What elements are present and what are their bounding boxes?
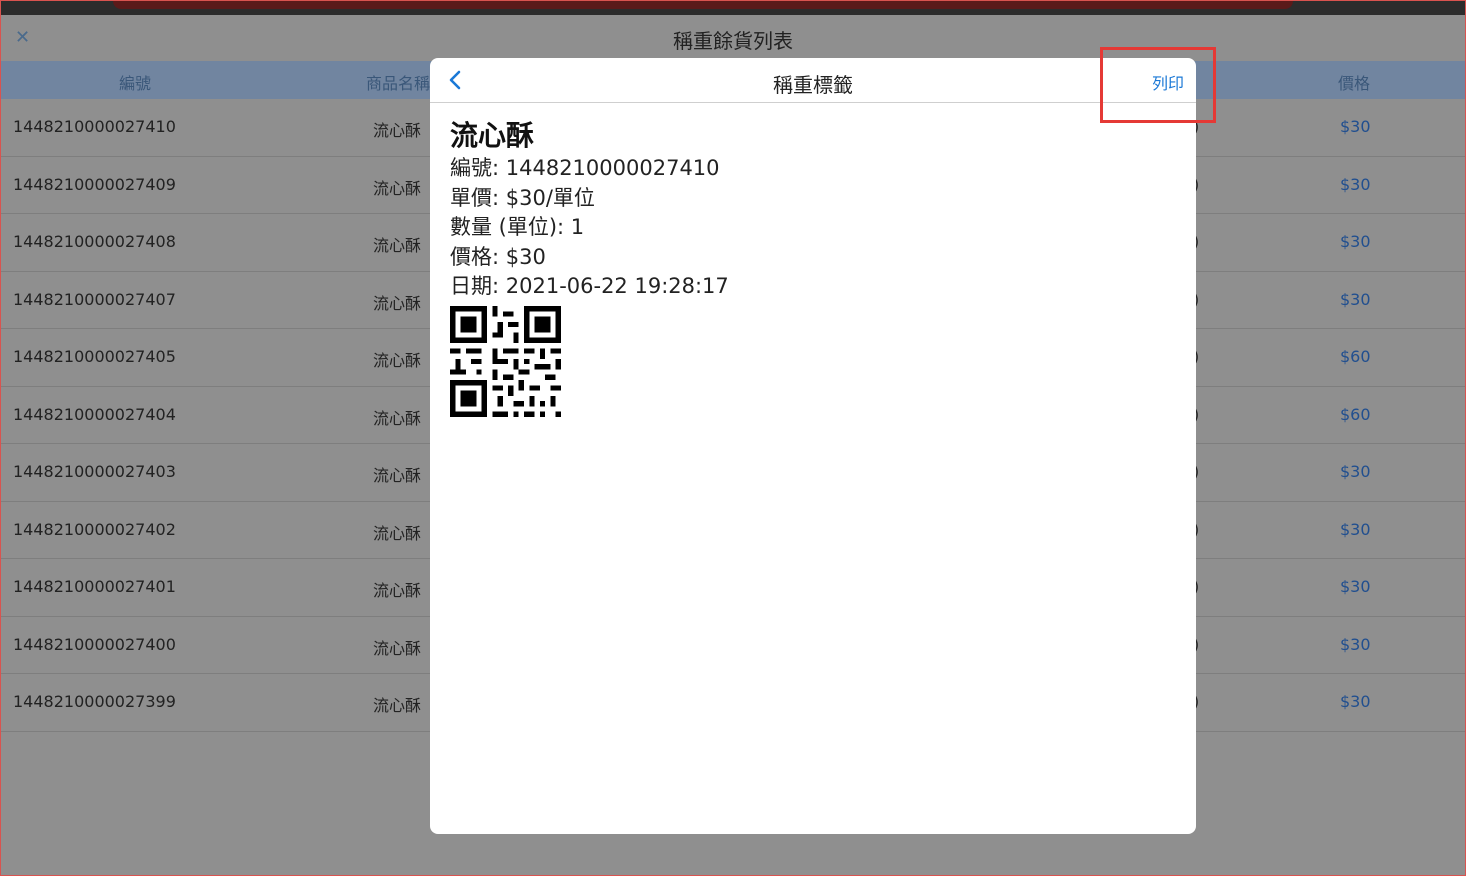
row-name: 流心酥 [373,696,422,715]
row-id: 1448210000027403 [13,462,176,481]
row-id: 1448210000027410 [13,117,176,136]
label-unit-price: 單價: $30/單位 [450,185,595,210]
header-name: 商品名稱 [366,74,431,93]
row-name: 流心酥 [373,236,422,255]
row-price[interactable]: $30 [1340,577,1371,596]
row-id: 1448210000027404 [13,404,176,424]
row-id: 1448210000027409 [13,174,176,194]
row-name: 流心酥 [373,523,422,543]
label-date: 日期: 2021-06-22 19:28:17 [450,274,729,298]
modal-title: 稱重標籤 [773,73,853,97]
label-price: 價格: $30 [450,244,546,269]
label-quantity: 數量 (單位): 1 [450,215,585,239]
row-price[interactable]: $30 [1340,520,1371,539]
row-name: 流心酥 [373,121,422,140]
row-price[interactable]: $60 [1340,405,1371,424]
top-status-strip [1,1,1465,15]
row-price[interactable]: $30 [1340,692,1371,711]
row-price[interactable]: $30 [1340,290,1371,309]
row-name: 流心酥 [373,408,422,428]
row-price[interactable]: $30 [1340,462,1371,481]
row-id: 1448210000027401 [13,577,176,596]
row-name: 流心酥 [373,178,422,198]
app-window: ✕ 稱重餘貨列表 編號 商品名稱 價格 1448210000027410 流心酥)… [0,0,1466,876]
row-id: 1448210000027408 [13,232,176,251]
product-name: 流心酥 [450,119,535,152]
row-price[interactable]: $60 [1340,347,1371,366]
row-price[interactable]: $30 [1340,117,1371,136]
row-price[interactable]: $30 [1340,635,1371,654]
header-id: 編號 [119,74,152,93]
row-name: 流心酥 [373,581,422,600]
row-name: 流心酥 [373,293,422,313]
weigh-label-modal: 稱重標籤 列印 流心酥 編號: 1448210000027410 單價: $30… [430,58,1196,834]
row-id: 1448210000027407 [13,289,176,309]
modal-header: 稱重標籤 列印 [430,58,1196,103]
row-id: 1448210000027405 [13,347,176,366]
row-name: 流心酥 [373,466,422,485]
row-price[interactable]: $30 [1340,232,1371,251]
row-id: 1448210000027402 [13,519,176,539]
weigh-label: 流心酥 編號: 1448210000027410 單價: $30/單位 數量 (… [450,118,729,421]
page-header: ✕ 稱重餘貨列表 [1,15,1465,61]
header-price: 價格 [1338,74,1371,93]
print-highlight-box [1100,47,1216,123]
row-name: 流心酥 [373,638,422,658]
row-id: 1448210000027400 [13,634,176,654]
row-id: 1448210000027399 [13,692,176,711]
qr-code-icon [450,305,561,417]
label-id: 編號: 1448210000027410 [450,156,720,180]
row-name: 流心酥 [373,351,422,370]
row-price[interactable]: $30 [1340,175,1371,194]
page-title: 稱重餘貨列表 [673,29,793,53]
